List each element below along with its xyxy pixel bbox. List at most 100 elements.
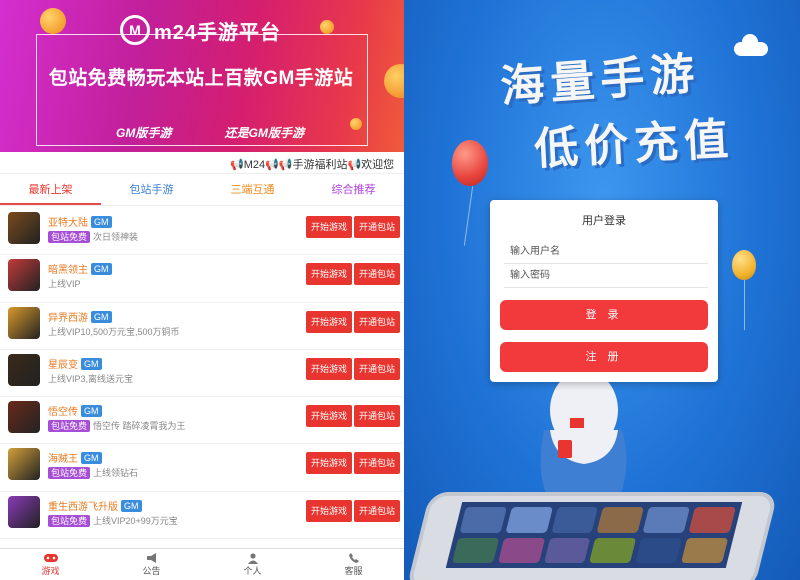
start-game-button[interactable]: 开始游戏 bbox=[306, 357, 352, 380]
red-balloon-icon bbox=[452, 140, 488, 186]
game-thumbnail[interactable] bbox=[8, 401, 40, 434]
game-name[interactable]: 重生西游飞升版 GM bbox=[48, 498, 142, 513]
tabbar-item-service[interactable]: 客服 bbox=[303, 549, 404, 580]
tabbar-item-games[interactable]: 游戏 bbox=[0, 549, 101, 580]
category-tabs: 最新上架 包站手游 三端互通 综合推荐 bbox=[0, 176, 404, 206]
game-description: 上线VIP10,500万元宝,500万铜币 bbox=[48, 326, 180, 337]
game-title: 星辰变 bbox=[48, 359, 78, 371]
game-thumbnail[interactable] bbox=[8, 259, 40, 292]
game-thumbnail[interactable] bbox=[8, 353, 40, 386]
game-thumbnail[interactable] bbox=[8, 448, 40, 481]
game-row[interactable]: 暗黑领主 GM 上线VIP 开始游戏 开通包站 bbox=[0, 255, 404, 303]
open-package-button[interactable]: 开通包站 bbox=[354, 216, 400, 238]
username-input[interactable] bbox=[504, 240, 708, 264]
app-tile-icon bbox=[505, 507, 553, 533]
coin-decoration bbox=[384, 64, 404, 98]
gm-badge: GM bbox=[81, 452, 102, 465]
game-row[interactable]: 异界西游 GM 上线VIP10,500万元宝,500万铜币 开始游戏 开通包站 bbox=[0, 303, 404, 350]
game-name[interactable]: 悟空传 GM bbox=[48, 403, 102, 418]
banner-headline: 包站免费畅玩本站上百款GM手游站 bbox=[48, 68, 354, 89]
logo-text: m24手游平台 bbox=[154, 21, 282, 44]
game-title: 悟空传 bbox=[48, 407, 78, 419]
game-description: 上线VIP20+99万元宝 bbox=[93, 515, 178, 526]
game-name[interactable]: 亚特大陆 GM bbox=[48, 214, 112, 229]
hero-line-2: 低价充值 bbox=[533, 114, 736, 175]
start-game-button[interactable]: 开始游戏 bbox=[306, 310, 352, 333]
game-row[interactable]: 亚特大陆 GM 包站免费 次日领神装 开始游戏 开通包站 bbox=[0, 208, 404, 256]
gamepad-icon bbox=[43, 552, 58, 564]
login-button[interactable]: 登 录 bbox=[500, 300, 708, 330]
game-description: 次日领神装 bbox=[93, 232, 139, 242]
open-package-button[interactable]: 开通包站 bbox=[354, 405, 400, 428]
open-package-button[interactable]: 开通包站 bbox=[354, 310, 400, 333]
open-package-button[interactable]: 开通包站 bbox=[354, 499, 400, 522]
open-package-button[interactable]: 开通包站 bbox=[354, 357, 400, 380]
balloon-string bbox=[463, 186, 474, 246]
app-tile-icon bbox=[688, 507, 736, 533]
gm-badge: GM bbox=[81, 357, 102, 370]
app-tile-icon bbox=[497, 537, 546, 563]
game-name[interactable]: 星辰变 GM bbox=[48, 356, 102, 371]
game-title: 海贼王 bbox=[48, 454, 78, 466]
game-title: 暗黑领主 bbox=[48, 265, 88, 277]
game-row[interactable]: 悟空传 GM 包站免费 悟空传 踏碎凌霄我为王 开始游戏 开通包站 bbox=[0, 397, 404, 445]
game-subline: 上线VIP3,离线送元宝 bbox=[48, 372, 133, 385]
promo-banner[interactable]: M m24手游平台 包站免费畅玩本站上百款GM手游站 GM版手游 还是GM版手游 bbox=[0, 0, 404, 152]
app-tile-icon bbox=[681, 537, 729, 563]
game-title: 异界西游 bbox=[48, 312, 88, 324]
logo-mark-icon: M bbox=[120, 15, 150, 45]
start-game-button[interactable]: 开始游戏 bbox=[306, 263, 352, 286]
game-name[interactable]: 海贼王 GM bbox=[48, 450, 102, 465]
register-button[interactable]: 注 册 bbox=[500, 342, 708, 372]
announcement-marquee[interactable]: 📢M24📢📢手游福利站📢欢迎您 bbox=[0, 152, 404, 174]
app-tile-icon bbox=[597, 507, 645, 533]
game-subline: 包站免费 次日领神装 bbox=[48, 230, 138, 243]
balloon-string bbox=[744, 280, 745, 330]
site-logo: M m24手游平台 bbox=[120, 14, 290, 46]
package-badge: 包站免费 bbox=[48, 231, 91, 243]
game-thumbnail[interactable] bbox=[8, 212, 40, 244]
app-tile-icon bbox=[642, 507, 691, 533]
game-row[interactable]: 星辰变 GM 上线VIP3,离线送元宝 开始游戏 开通包站 bbox=[0, 350, 404, 398]
game-description: 上线VIP bbox=[48, 279, 81, 290]
open-package-button[interactable]: 开通包站 bbox=[354, 263, 400, 286]
game-name[interactable]: 异界西游 GM bbox=[48, 309, 112, 324]
game-thumbnail[interactable] bbox=[8, 495, 40, 528]
phone-icon bbox=[347, 552, 361, 564]
tab-recommended[interactable]: 综合推荐 bbox=[303, 176, 404, 205]
tabbar-item-notices[interactable]: 公告 bbox=[101, 549, 202, 580]
game-subline: 上线VIP10,500万元宝,500万铜币 bbox=[48, 325, 180, 338]
game-subline: 包站免费 悟空传 踏碎凌霄我为王 bbox=[48, 419, 186, 433]
tab-package[interactable]: 包站手游 bbox=[101, 176, 202, 205]
package-badge: 包站免费 bbox=[48, 420, 91, 433]
yellow-balloon-icon bbox=[732, 250, 756, 280]
tablet-screen bbox=[445, 502, 743, 568]
open-package-button[interactable]: 开通包站 bbox=[354, 452, 400, 475]
game-list-screen: M m24手游平台 包站免费畅玩本站上百款GM手游站 GM版手游 还是GM版手游… bbox=[0, 0, 404, 580]
game-row[interactable]: 重生西游飞升版 GM 包站免费 上线VIP20+99万元宝 开始游戏 开通包站 bbox=[0, 492, 404, 540]
tab-cross-platform[interactable]: 三端互通 bbox=[202, 176, 303, 205]
game-description: 上线VIP3,离线送元宝 bbox=[48, 373, 134, 384]
start-game-button[interactable]: 开始游戏 bbox=[306, 405, 352, 428]
bottom-tabbar: 游戏 公告 个人 客服 bbox=[0, 548, 404, 580]
start-game-button[interactable]: 开始游戏 bbox=[306, 499, 352, 522]
marquee-text: 📢M24📢📢手游福利站📢欢迎您 bbox=[230, 159, 395, 171]
tabbar-label: 公告 bbox=[142, 566, 161, 576]
game-description: 上线领钻石 bbox=[93, 468, 139, 479]
app-tile-icon bbox=[551, 507, 599, 533]
login-screen: 海量手游 低价充值 用户登录 登 录 注 册 bbox=[404, 0, 800, 580]
app-tile-icon bbox=[635, 537, 683, 563]
game-name[interactable]: 暗黑领主 GM bbox=[48, 261, 112, 276]
start-game-button[interactable]: 开始游戏 bbox=[306, 216, 352, 238]
gm-badge: GM bbox=[81, 405, 102, 418]
game-thumbnail[interactable] bbox=[8, 306, 40, 339]
coin-decoration bbox=[320, 20, 334, 34]
start-game-button[interactable]: 开始游戏 bbox=[306, 452, 352, 475]
game-subline: 包站免费 上线领钻石 bbox=[48, 466, 139, 480]
password-input[interactable] bbox=[504, 264, 708, 288]
game-subline: 包站免费 上线VIP20+99万元宝 bbox=[48, 514, 178, 527]
game-row[interactable]: 海贼王 GM 包站免费 上线领钻石 开始游戏 开通包站 bbox=[0, 444, 404, 492]
tab-latest[interactable]: 最新上架 bbox=[0, 176, 101, 205]
gm-badge: GM bbox=[121, 499, 142, 512]
tabbar-item-profile[interactable]: 个人 bbox=[202, 549, 303, 580]
